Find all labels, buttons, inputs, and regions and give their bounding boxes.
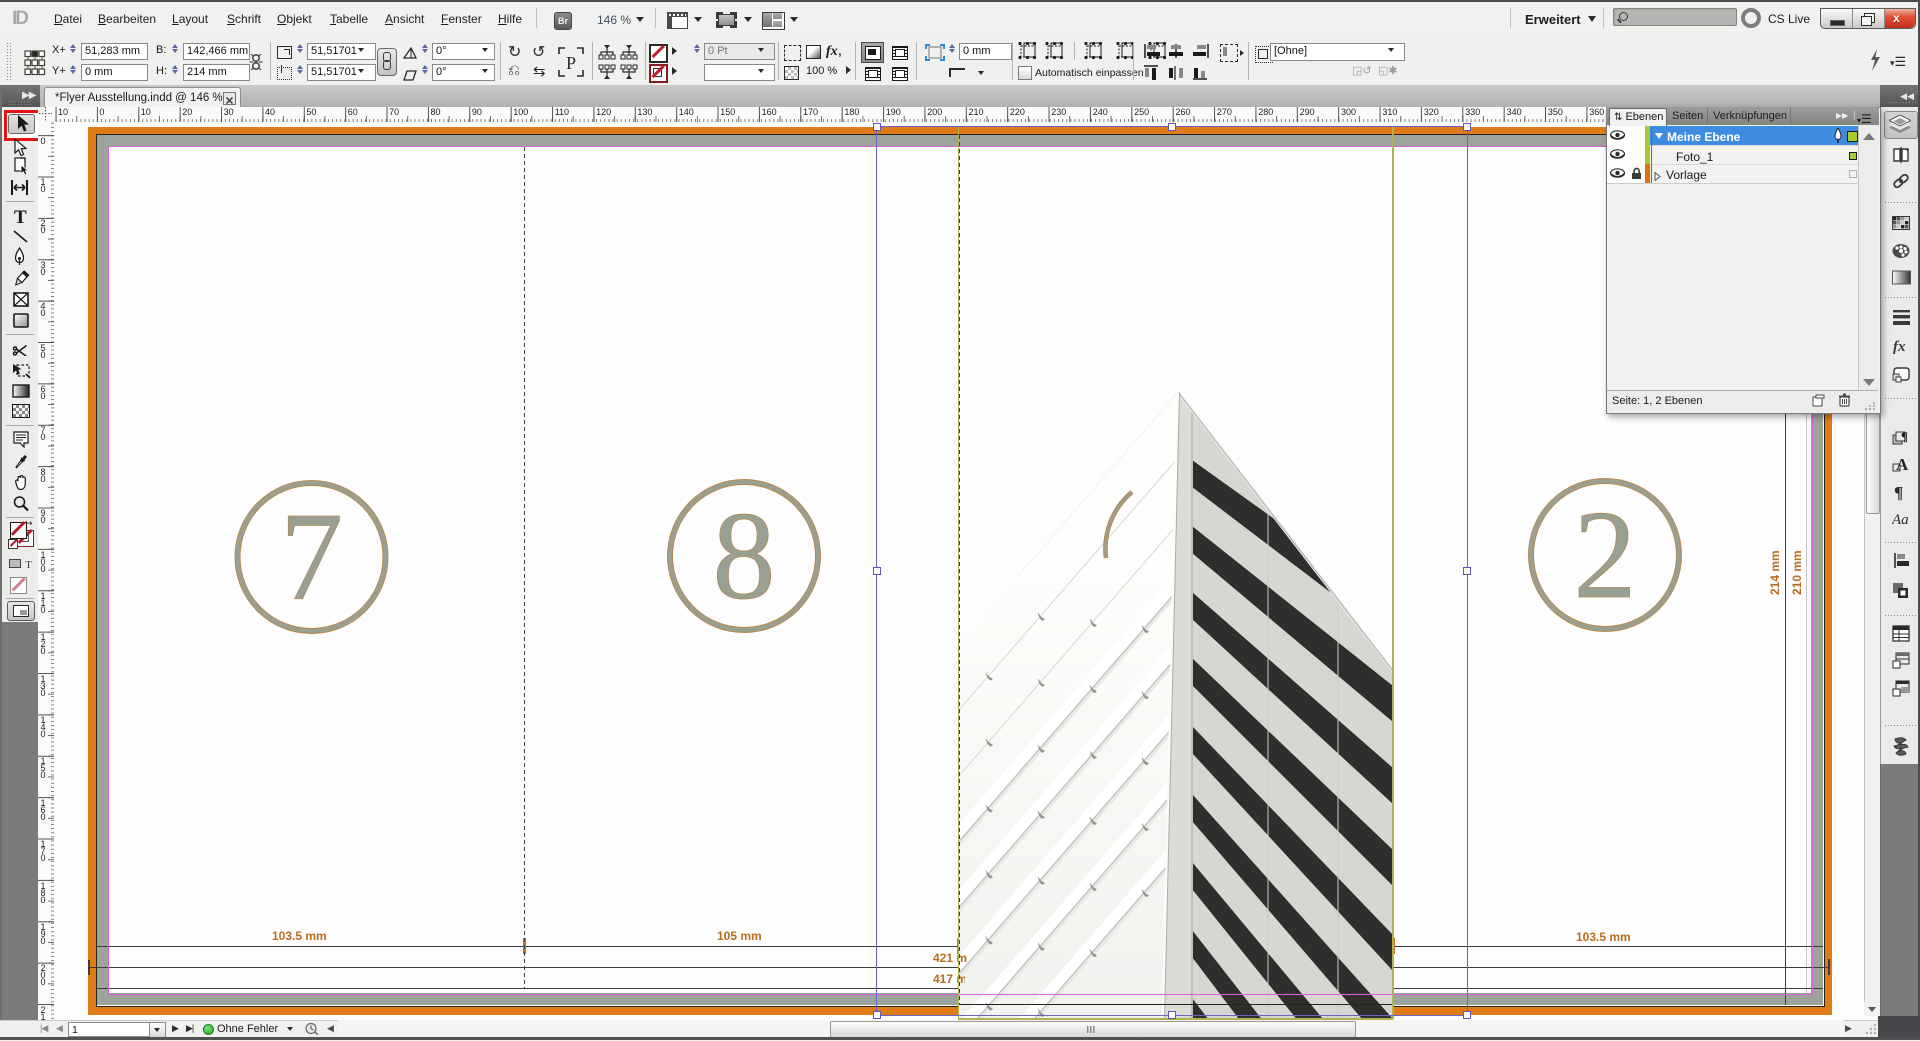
svg-text:Aa: Aa [1892, 512, 1909, 528]
svg-text:¶: ¶ [1901, 429, 1908, 444]
svg-text:T: T [14, 208, 27, 225]
svg-text:fx: fx [1893, 339, 1906, 355]
svg-text:A: A [1896, 455, 1909, 473]
svg-text:P: P [566, 53, 576, 73]
svg-text:¶: ¶ [1894, 483, 1903, 501]
